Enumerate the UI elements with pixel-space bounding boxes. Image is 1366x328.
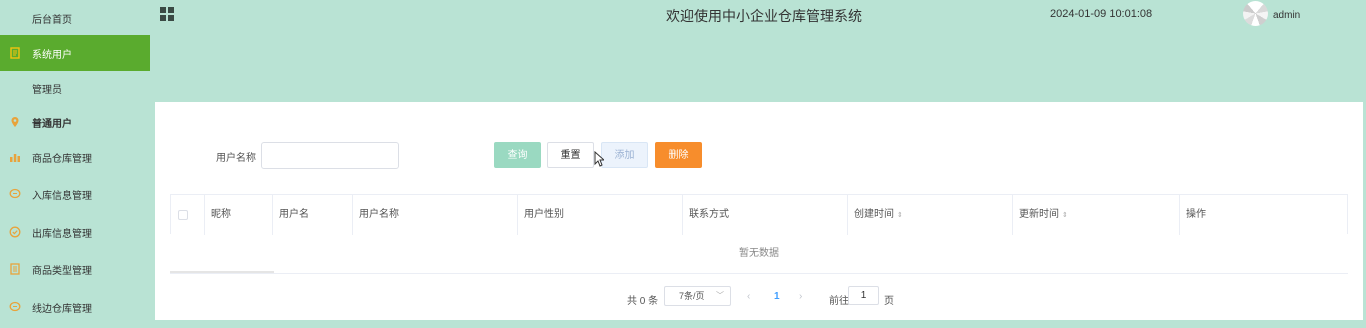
- sidebar-item-label: 线边仓库管理: [32, 303, 92, 315]
- prev-page-icon[interactable]: ‹: [747, 291, 750, 302]
- sidebar-item-label: 出库信息管理: [32, 228, 92, 240]
- sidebar-item-normal-users[interactable]: 普通用户: [0, 104, 150, 140]
- column-header-contact: 联系方式: [683, 195, 848, 235]
- mouse-cursor-icon: [594, 151, 604, 167]
- sidebar-item-product-types[interactable]: 商品类型管理: [0, 251, 150, 287]
- sidebar-item-label: 后台首页: [32, 14, 72, 26]
- sidebar-item-home[interactable]: 后台首页: [0, 0, 150, 36]
- delete-button[interactable]: 删除: [655, 142, 702, 168]
- location-pin-icon: [9, 116, 21, 128]
- watermark: CSDN @kybs1991: [1146, 292, 1334, 316]
- sidebar-item-admins[interactable]: 管理员: [0, 70, 150, 106]
- reset-button[interactable]: 重置: [547, 142, 594, 168]
- sort-icon[interactable]: ⇕: [1062, 212, 1068, 219]
- sidebar-item-label: 商品类型管理: [32, 265, 92, 277]
- add-button[interactable]: 添加: [601, 142, 648, 168]
- bar-chart-icon: [9, 151, 21, 163]
- main-panel: 用户名称 查询 重置 添加 删除 昵称 用户名 用户名称 用户性别 联系方式 创…: [155, 102, 1363, 320]
- select-all-cell: [171, 195, 205, 235]
- sidebar-item-label: 商品仓库管理: [32, 153, 92, 165]
- next-page-icon[interactable]: ›: [799, 291, 802, 302]
- datetime-display: 2024-01-09 10:01:08: [1050, 8, 1153, 20]
- avatar[interactable]: [1243, 1, 1268, 26]
- pagination-total: 共 0 条: [627, 296, 659, 307]
- sidebar-item-label: 普通用户: [32, 118, 72, 130]
- column-header-actions: 操作: [1186, 209, 1206, 220]
- document-icon: [9, 47, 21, 59]
- chat-bubble-icon: [9, 301, 21, 313]
- sidebar-item-inbound[interactable]: 入库信息管理: [0, 176, 150, 212]
- users-table: 昵称 用户名 用户名称 用户性别 联系方式 创建时间 ⇕ 更新时间 ⇕ 操作: [170, 194, 1348, 235]
- sidebar-item-warehouse[interactable]: 商品仓库管理: [0, 139, 150, 175]
- goto-page-input[interactable]: [848, 286, 879, 305]
- sidebar-item-system-users[interactable]: 系统用户: [0, 35, 150, 71]
- sidebar: 后台首页 系统用户 管理员 普通用户 商品仓库管理 入库信息管理 出库信息管理: [0, 0, 150, 328]
- page-title: 欢迎使用中小企业仓库管理系统: [666, 8, 862, 24]
- sidebar-item-outbound[interactable]: 出库信息管理: [0, 214, 150, 250]
- column-header-username: 用户名: [273, 195, 353, 235]
- query-button[interactable]: 查询: [494, 142, 541, 168]
- column-header-created-time[interactable]: 创建时间 ⇕: [848, 195, 1013, 235]
- sidebar-item-label: 系统用户: [32, 49, 72, 61]
- sort-icon[interactable]: ⇕: [897, 212, 903, 219]
- top-header: 欢迎使用中小企业仓库管理系统 2024-01-09 10:01:08 admin: [150, 0, 1366, 98]
- chat-bubble-icon: [9, 188, 21, 200]
- column-header-nickname: 昵称: [205, 195, 273, 235]
- column-header-user-fullname: 用户名称: [353, 195, 518, 235]
- page-size-select[interactable]: 7条/页 ﹀: [664, 286, 731, 306]
- sidebar-item-line-warehouse[interactable]: 线边仓库管理: [0, 289, 150, 325]
- search-label: 用户名称: [216, 153, 256, 164]
- check-circle-icon: [9, 226, 21, 238]
- page-size-value: 7条/页: [679, 291, 705, 301]
- current-page-number[interactable]: 1: [774, 291, 780, 302]
- sidebar-item-label: 入库信息管理: [32, 190, 92, 202]
- horizontal-scrollbar[interactable]: [170, 271, 274, 273]
- column-header-updated-time[interactable]: 更新时间 ⇕: [1013, 195, 1180, 235]
- search-input[interactable]: [261, 142, 399, 169]
- page-unit-label: 页: [884, 296, 894, 307]
- grid-menu-icon[interactable]: [160, 7, 174, 21]
- column-header-gender: 用户性别: [518, 195, 683, 235]
- sidebar-item-label: 管理员: [32, 84, 62, 96]
- chevron-down-icon: ﹀: [716, 291, 724, 300]
- table-empty-text: 暂无数据: [170, 234, 1348, 274]
- goto-label: 前往: [829, 296, 849, 307]
- username-label[interactable]: admin: [1273, 10, 1300, 21]
- select-all-checkbox[interactable]: [178, 210, 188, 220]
- list-icon: [9, 263, 21, 275]
